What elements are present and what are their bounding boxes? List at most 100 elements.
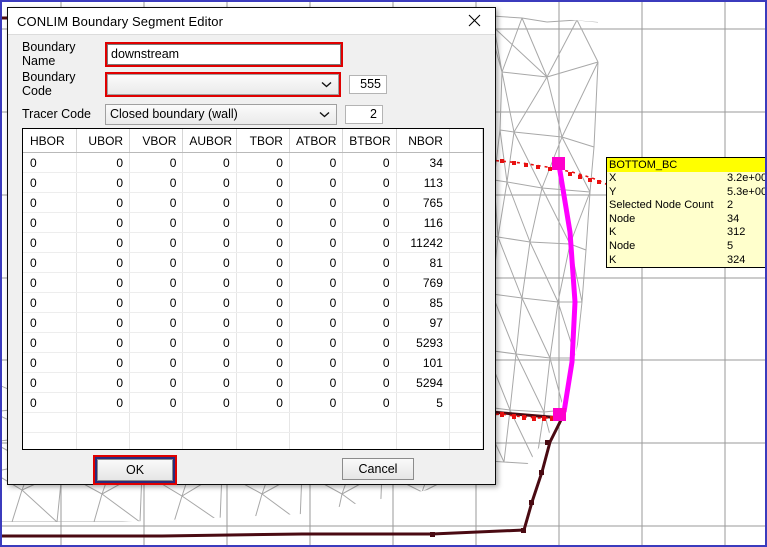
table-cell-empty[interactable] xyxy=(449,432,483,449)
table-cell[interactable]: 0 xyxy=(289,192,344,213)
table-row[interactable]: 0 0 0 0 0 0 0 769 xyxy=(23,272,483,293)
table-cell[interactable]: 0 xyxy=(23,352,77,373)
column-header[interactable]: TBOR xyxy=(236,129,290,153)
table-cell-empty[interactable] xyxy=(76,432,131,449)
table-cell[interactable]: 0 xyxy=(76,372,131,393)
table-cell[interactable]: 0 xyxy=(23,212,77,233)
table-row[interactable]: 0 0 0 0 0 0 0 97 xyxy=(23,312,483,333)
table-cell[interactable]: 0 xyxy=(289,252,344,273)
column-header[interactable]: AUBOR xyxy=(182,129,237,153)
table-cell[interactable]: 0 xyxy=(129,332,184,353)
table-cell-empty[interactable] xyxy=(23,432,77,449)
table-cell[interactable]: 0 xyxy=(289,392,344,413)
column-header[interactable]: NBOR xyxy=(396,129,450,153)
table-row[interactable]: 0 0 0 0 0 0 0 116 xyxy=(23,212,483,233)
table-cell[interactable]: 0 xyxy=(23,332,77,353)
table-cell[interactable]: 113 xyxy=(396,172,450,193)
column-header[interactable]: VBOR xyxy=(129,129,184,153)
table-cell[interactable]: 97 xyxy=(396,312,450,333)
table-cell[interactable]: 5293 xyxy=(396,332,450,353)
table-cell[interactable]: 0 xyxy=(182,172,237,193)
table-cell[interactable]: 0 xyxy=(129,312,184,333)
table-cell[interactable]: 0 xyxy=(129,372,184,393)
table-cell[interactable]: 11242 xyxy=(396,232,450,253)
table-cell[interactable]: 0 xyxy=(129,292,184,313)
table-cell-empty[interactable] xyxy=(342,412,397,433)
table-cell[interactable]: 0 xyxy=(129,172,184,193)
table-cell-empty[interactable] xyxy=(23,412,77,433)
ok-button[interactable]: OK xyxy=(97,459,173,481)
table-cell[interactable]: 0 xyxy=(182,152,237,173)
table-cell[interactable]: 0 xyxy=(129,272,184,293)
table-row[interactable]: 0 0 0 0 0 0 0 101 xyxy=(23,352,483,373)
table-row[interactable]: 0 0 0 0 0 0 0 11242 xyxy=(23,232,483,253)
table-cell[interactable]: 0 xyxy=(23,372,77,393)
table-cell[interactable]: 0 xyxy=(342,232,397,253)
table-cell[interactable]: 0 xyxy=(129,152,184,173)
table-cell-empty[interactable] xyxy=(449,412,483,433)
table-cell[interactable]: 0 xyxy=(23,392,77,413)
table-cell[interactable]: 0 xyxy=(23,292,77,313)
table-cell[interactable]: 0 xyxy=(76,392,131,413)
table-cell[interactable]: 5 xyxy=(396,392,450,413)
dialog-titlebar[interactable]: CONLIM Boundary Segment Editor xyxy=(8,8,495,35)
table-cell[interactable]: 0 xyxy=(76,352,131,373)
tracer-code-select[interactable]: Closed boundary (wall) xyxy=(105,103,337,125)
table-cell[interactable]: 0 xyxy=(182,252,237,273)
table-cell[interactable]: 0 xyxy=(236,392,290,413)
table-row[interactable]: 0 0 0 0 0 0 0 5293 xyxy=(23,332,483,353)
table-cell[interactable]: 0 xyxy=(23,312,77,333)
table-cell[interactable]: 0 xyxy=(289,172,344,193)
table-cell[interactable]: 0 xyxy=(76,312,131,333)
boundary-name-input[interactable] xyxy=(107,43,341,65)
table-cell-empty[interactable] xyxy=(342,432,397,449)
table-row[interactable]: 0 0 0 0 0 0 0 765 xyxy=(23,192,483,213)
table-cell[interactable]: 0 xyxy=(342,152,397,173)
table-row[interactable]: 0 0 0 0 0 0 0 85 xyxy=(23,292,483,313)
cancel-button[interactable]: Cancel xyxy=(342,458,414,480)
table-cell[interactable]: 0 xyxy=(236,312,290,333)
table-cell[interactable]: 0 xyxy=(23,232,77,253)
table-cell[interactable]: 0 xyxy=(182,372,237,393)
table-cell[interactable]: 0 xyxy=(23,172,77,193)
column-header[interactable]: BTBOR xyxy=(342,129,397,153)
table-cell[interactable]: 0 xyxy=(342,272,397,293)
table-cell[interactable]: 0 xyxy=(289,372,344,393)
table-cell[interactable]: 0 xyxy=(23,252,77,273)
table-cell[interactable]: 0 xyxy=(182,312,237,333)
table-cell[interactable]: 34 xyxy=(396,152,450,173)
table-cell[interactable]: 0 xyxy=(342,392,397,413)
table-cell-empty[interactable] xyxy=(396,412,450,433)
table-cell[interactable]: 0 xyxy=(76,332,131,353)
table-cell[interactable]: 0 xyxy=(342,212,397,233)
table-cell-empty[interactable] xyxy=(129,432,184,449)
table-cell-empty[interactable] xyxy=(289,432,344,449)
table-cell[interactable]: 0 xyxy=(236,172,290,193)
boundary-code-number[interactable]: 555 xyxy=(349,74,387,94)
table-cell[interactable]: 116 xyxy=(396,212,450,233)
table-cell[interactable]: 0 xyxy=(289,152,344,173)
table-cell[interactable]: 0 xyxy=(236,372,290,393)
table-cell[interactable]: 0 xyxy=(76,212,131,233)
table-cell[interactable]: 0 xyxy=(76,292,131,313)
table-cell[interactable]: 0 xyxy=(76,232,131,253)
table-row[interactable]: 0 0 0 0 0 0 0 113 xyxy=(23,172,483,193)
close-button[interactable] xyxy=(453,8,495,33)
table-cell[interactable]: 0 xyxy=(76,152,131,173)
table-cell[interactable]: 0 xyxy=(76,272,131,293)
table-cell-empty[interactable] xyxy=(129,412,184,433)
table-cell[interactable]: 0 xyxy=(342,332,397,353)
column-header[interactable]: UBOR xyxy=(76,129,131,153)
table-cell-empty[interactable] xyxy=(396,432,450,449)
table-row[interactable]: 0 0 0 0 0 0 0 81 xyxy=(23,252,483,273)
table-cell[interactable]: 0 xyxy=(289,332,344,353)
table-cell[interactable]: 0 xyxy=(182,352,237,373)
table-cell-empty[interactable] xyxy=(289,412,344,433)
table-cell[interactable]: 0 xyxy=(129,192,184,213)
table-cell[interactable]: 0 xyxy=(289,232,344,253)
table-cell[interactable]: 0 xyxy=(342,372,397,393)
table-cell[interactable]: 81 xyxy=(396,252,450,273)
table-cell[interactable]: 0 xyxy=(236,232,290,253)
table-row-empty[interactable] xyxy=(23,412,483,433)
table-cell-empty[interactable] xyxy=(182,412,237,433)
